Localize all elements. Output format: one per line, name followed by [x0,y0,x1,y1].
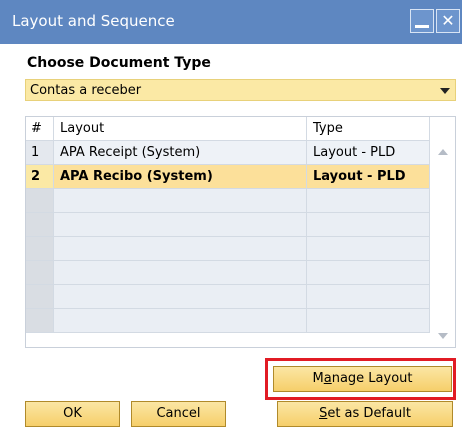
choose-document-type-label: Choose Document Type [27,55,211,71]
document-type-value: Contas a receber [30,83,142,98]
empty-row[interactable] [26,189,430,213]
vertical-scrollbar[interactable] [430,141,455,347]
grid-header: # Layout Type [26,117,430,141]
empty-cell [307,237,430,261]
cancel-button[interactable]: Cancel [131,401,226,427]
empty-row[interactable] [26,213,430,237]
title-bar[interactable]: Layout and Sequence ✕ [0,0,462,44]
empty-cell [26,237,54,261]
header-layout[interactable]: Layout [54,117,307,141]
close-icon[interactable]: ✕ [436,9,460,33]
empty-cell [307,213,430,237]
empty-cell [26,309,54,333]
empty-cell [54,285,307,309]
minimize-icon[interactable] [410,9,434,33]
chevron-down-icon[interactable] [440,88,450,94]
manage-layout-accel: a [323,371,332,386]
empty-cell [307,189,430,213]
header-number[interactable]: # [26,117,54,141]
row-number: 1 [26,141,54,165]
row-type[interactable]: Layout - PLD [307,141,430,165]
empty-cell [54,261,307,285]
empty-cell [54,213,307,237]
header-type[interactable]: Type [307,117,430,141]
row-type[interactable]: Layout - PLD [307,165,430,189]
empty-cell [26,213,54,237]
window-title: Layout and Sequence [12,12,175,30]
manage-layout-label-post: nage Layout [331,371,413,386]
layout-and-sequence-window: Layout and Sequence ✕ Choose Document Ty… [0,0,462,446]
empty-row[interactable] [26,237,430,261]
set-as-default-button[interactable]: Set as Default [277,401,453,427]
table-row[interactable]: 1 APA Receipt (System) Layout - PLD [26,141,430,165]
ok-button[interactable]: OK [25,401,120,427]
table-row-selected[interactable]: 2 APA Recibo (System) Layout - PLD [26,165,430,189]
empty-cell [26,261,54,285]
empty-row[interactable] [26,261,430,285]
scroll-down-icon[interactable] [438,333,448,339]
empty-cell [26,189,54,213]
manage-layout-label-pre: M [312,371,324,386]
empty-row[interactable] [26,285,430,309]
empty-row[interactable] [26,309,430,333]
empty-cell [307,285,430,309]
empty-cell [54,309,307,333]
empty-cell [307,261,430,285]
manage-layout-button[interactable]: Manage Layout [273,366,452,392]
row-layout[interactable]: APA Receipt (System) [54,141,307,165]
document-type-dropdown[interactable]: Contas a receber [25,79,456,101]
scroll-up-icon[interactable] [438,149,448,155]
set-as-default-label: et as Default [327,406,411,421]
empty-cell [26,285,54,309]
empty-cell [54,237,307,261]
empty-cell [307,309,430,333]
row-number: 2 [26,165,54,189]
layout-grid: # Layout Type 1 APA Receipt (System) Lay… [25,116,456,348]
row-layout[interactable]: APA Recibo (System) [54,165,307,189]
empty-cell [54,189,307,213]
